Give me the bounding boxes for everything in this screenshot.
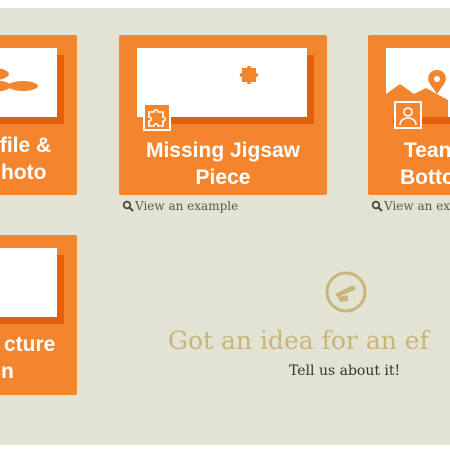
pencil-idea-icon	[325, 271, 367, 313]
avatar-badge	[394, 101, 422, 129]
card-title-line1: ofile &	[0, 134, 52, 157]
effect-card-picture[interactable]: cture n	[0, 235, 77, 395]
view-example-label: View an exa	[384, 199, 450, 213]
jigsaw-outline-badge	[143, 103, 171, 131]
card-title-line2: hoto	[1, 161, 47, 184]
effects-gallery-panel: ofile & hoto Missing Jigsaw Piece View a…	[0, 8, 450, 445]
view-example-label: View an example	[135, 199, 239, 213]
view-example-link[interactable]: View an exa	[371, 199, 450, 213]
card-preview-frame	[0, 48, 57, 117]
card-title-line2: n	[1, 360, 14, 383]
idea-heading: Got an idea for an ef	[168, 326, 429, 355]
jigsaw-piece-icon	[239, 65, 259, 85]
effect-card-missing-jigsaw-piece[interactable]: Missing Jigsaw Piece	[119, 35, 327, 195]
idea-tell-us-link[interactable]: Tell us about it!	[289, 363, 400, 379]
effect-card-profile-photo[interactable]: ofile & hoto	[0, 35, 77, 195]
blob-shapes-icon	[0, 68, 38, 92]
card-title-line1: Tean	[404, 139, 450, 162]
card-title-line2: Piece	[195, 166, 251, 189]
card-title-line1: cture	[4, 333, 56, 356]
card-title-line2: Botto	[400, 166, 450, 189]
magnifier-icon	[122, 200, 134, 212]
effect-card-team-bottom[interactable]: Tean Botto	[368, 35, 450, 195]
card-title-line1: Missing Jigsaw	[145, 139, 301, 162]
card-preview-frame	[0, 248, 57, 317]
jigsaw-outline-icon	[148, 108, 167, 127]
person-icon	[399, 107, 417, 126]
magnifier-icon	[371, 200, 383, 212]
view-example-link[interactable]: View an example	[122, 199, 238, 213]
